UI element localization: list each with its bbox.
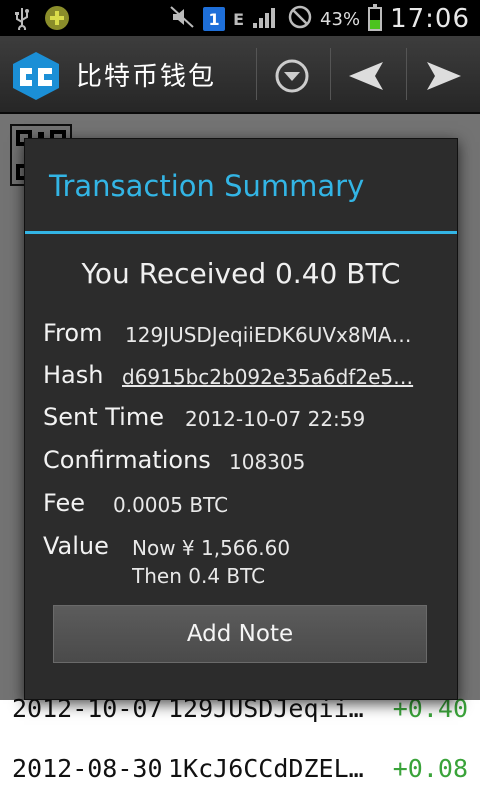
sent-time-label: Sent Time [43,403,164,431]
usb-icon [12,6,32,35]
transaction-address: 1KcJ6CCdDZEL… [168,754,364,783]
action-bar: 比特币钱包 [0,36,480,114]
no-sim-icon [288,5,312,33]
fee-value: 0.0005 BTC [113,493,229,517]
value-then: Then 0.4 BTC [132,564,266,588]
mute-icon [169,5,195,33]
sent-time-value: 2012-10-07 22:59 [185,407,366,431]
hash-label: Hash [43,361,104,389]
action-bar-divider [330,48,331,100]
chevron-down-circle-icon [275,59,309,93]
list-item[interactable]: 2012-08-30 1KcJ6CCdDZEL… +0.08 [0,740,480,800]
confirmations-value: 108305 [229,450,306,474]
add-note-button[interactable]: Add Note [53,605,427,663]
app-title: 比特币钱包 [76,62,217,92]
network-type-icon: E [233,9,245,29]
confirmations-label: Confirmations [43,446,211,474]
battery-icon [368,4,383,31]
clock: 17:06 [390,4,470,34]
status-bar-right: 1 E 43% 17:06 [169,4,470,34]
from-address: 129JUSDJeqiiEDK6UVx8MA… [125,323,412,347]
value-label: Value [43,532,109,560]
app-notification-icon [44,5,70,35]
notification-badge: 1 [203,7,226,31]
signal-icon [252,5,280,33]
action-bar-divider [406,48,407,100]
arrow-right-icon [427,62,461,90]
status-bar-left [12,5,70,35]
transaction-summary-dialog: Transaction Summary You Received 0.40 BT… [24,138,458,700]
app-logo-icon [10,50,62,102]
from-label: From [43,319,103,347]
dialog-title: Transaction Summary [49,169,365,203]
status-bar: 1 E 43% 17:06 [0,0,480,36]
battery-percent: 43% [320,8,361,30]
previous-button[interactable] [344,54,388,98]
value-now: Now ¥ 1,566.60 [132,536,291,560]
dropdown-button[interactable] [270,54,314,98]
transaction-date: 2012-08-30 [12,754,163,783]
fee-label: Fee [43,489,86,517]
hash-link[interactable]: d6915bc2b092e35a6df2e5… [122,365,434,389]
dialog-title-divider [25,231,457,234]
send-button[interactable] [422,54,466,98]
received-heading: You Received 0.40 BTC [81,257,401,290]
transaction-amount: +0.08 [392,754,468,783]
action-bar-divider [256,48,257,100]
arrow-left-icon [349,62,383,90]
